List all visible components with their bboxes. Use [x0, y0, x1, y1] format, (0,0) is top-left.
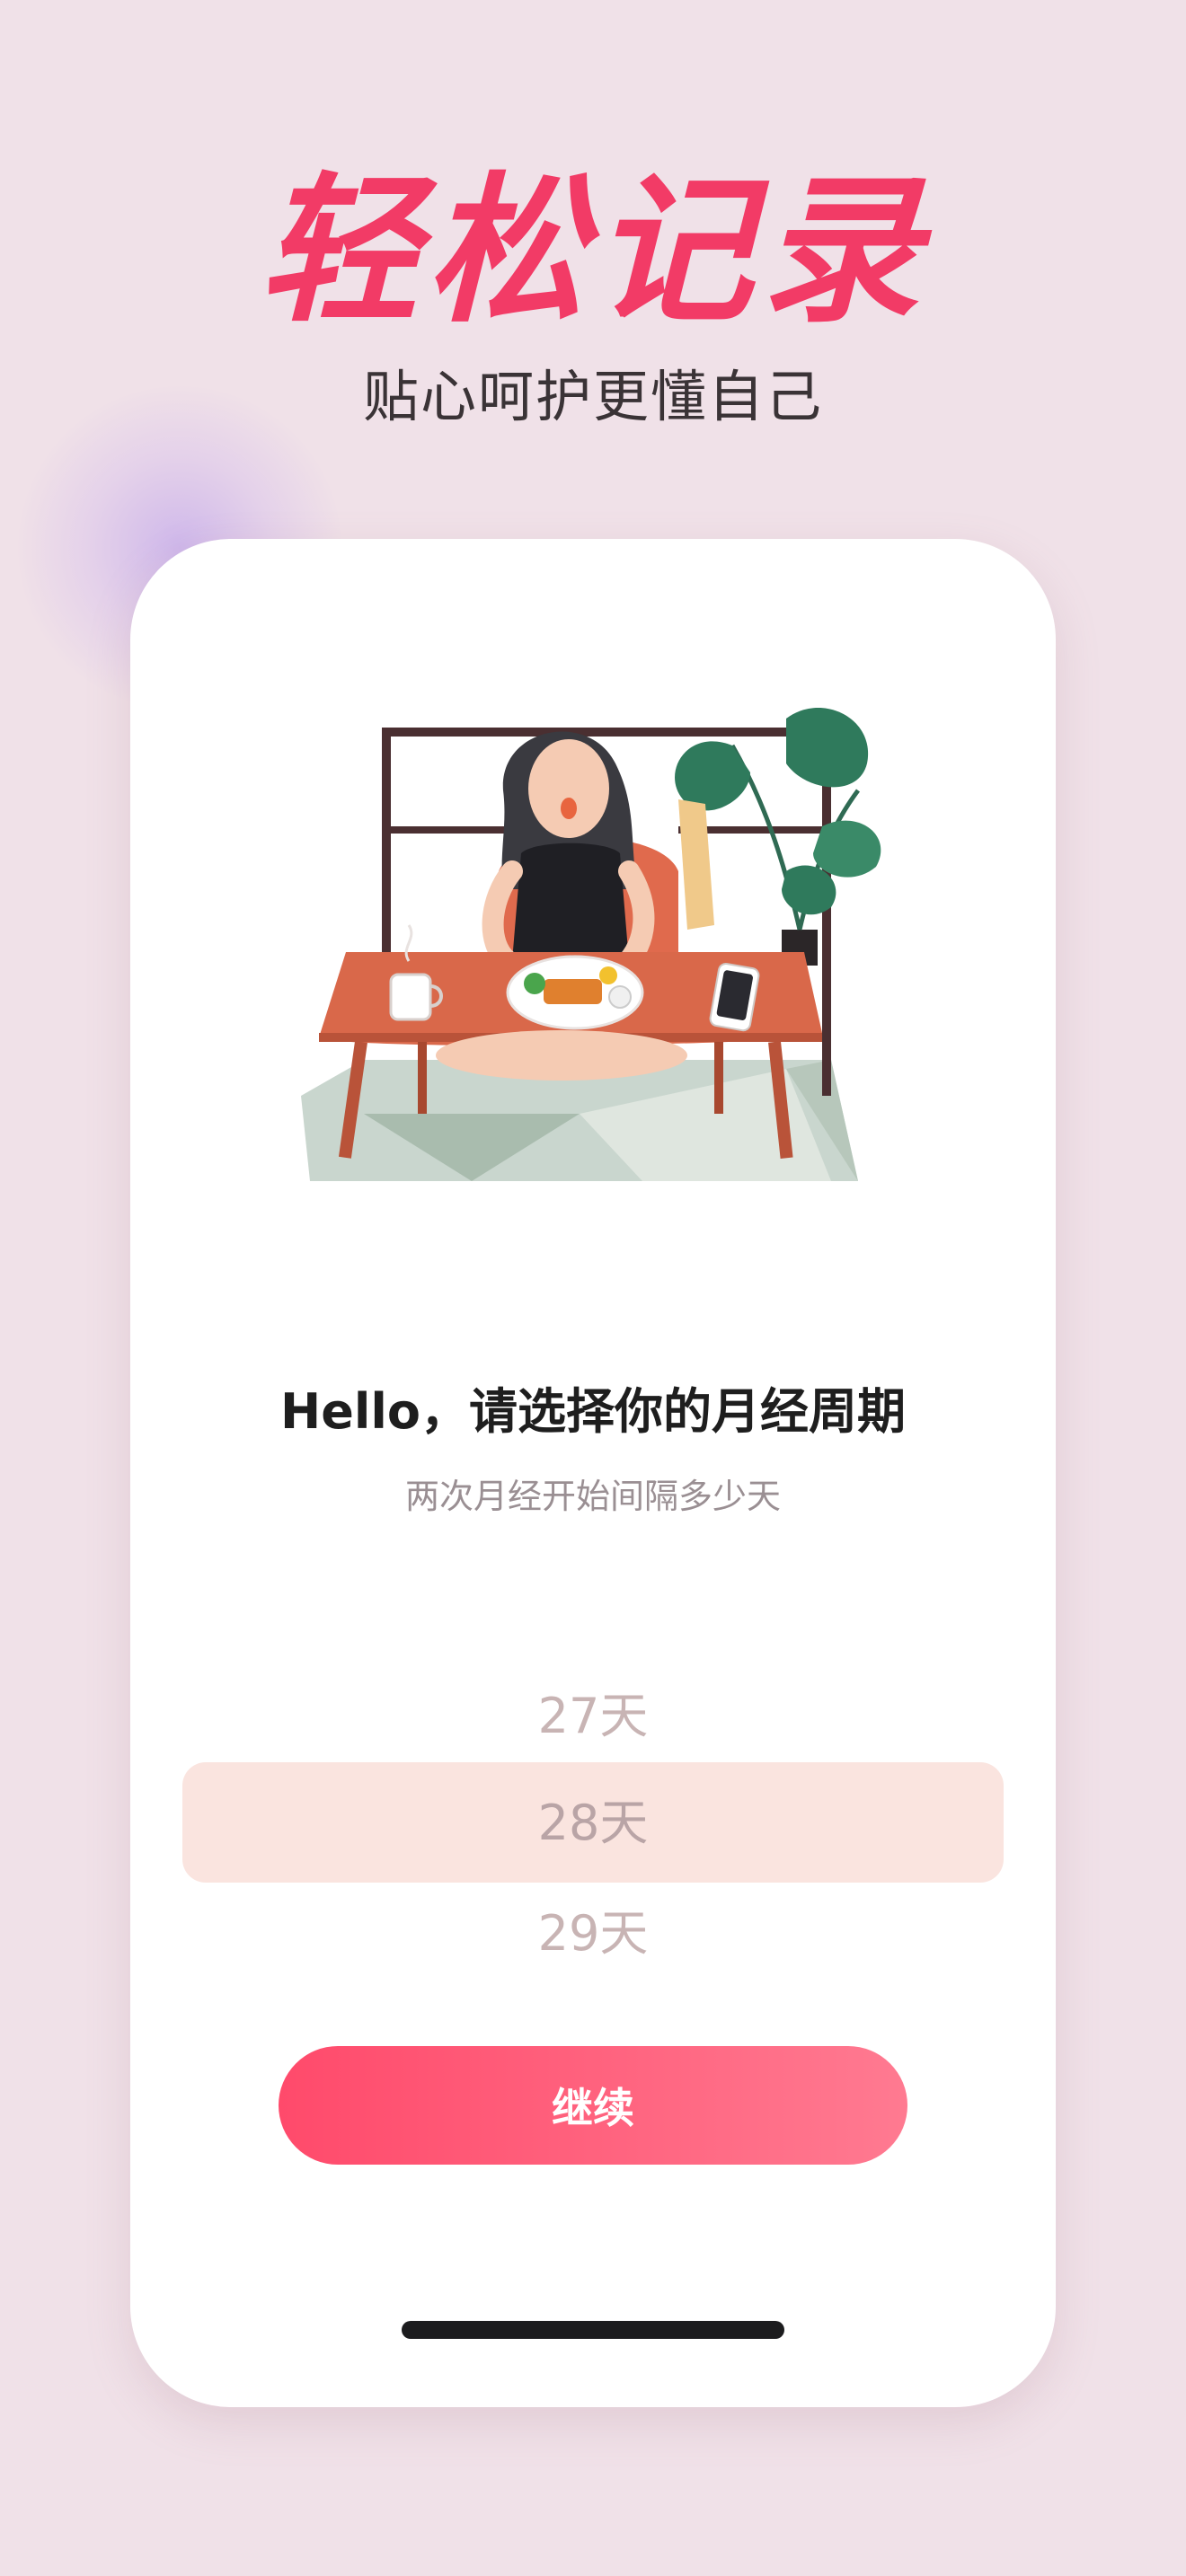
cycle-prompt-title: Hello，请选择你的月经周期 — [280, 1383, 906, 1440]
hero-title: 轻松记录 — [259, 158, 927, 344]
home-indicator — [402, 2321, 784, 2339]
woman-eating-illustration — [301, 708, 881, 1181]
picker-option-selected[interactable]: 28天 — [130, 1792, 1056, 1855]
onboarding-card: Hello，请选择你的月经周期 两次月经开始间隔多少天 27天 28天 29天 … — [130, 539, 1056, 2407]
picker-option[interactable]: 27天 — [130, 1685, 1056, 1748]
cycle-prompt-subtitle: 两次月经开始间隔多少天 — [404, 1477, 781, 1516]
picker-option[interactable]: 29天 — [130, 1902, 1056, 1965]
hero-subtitle: 贴心呵护更懂自己 — [362, 364, 823, 429]
continue-button[interactable]: 继续 — [279, 2046, 907, 2165]
